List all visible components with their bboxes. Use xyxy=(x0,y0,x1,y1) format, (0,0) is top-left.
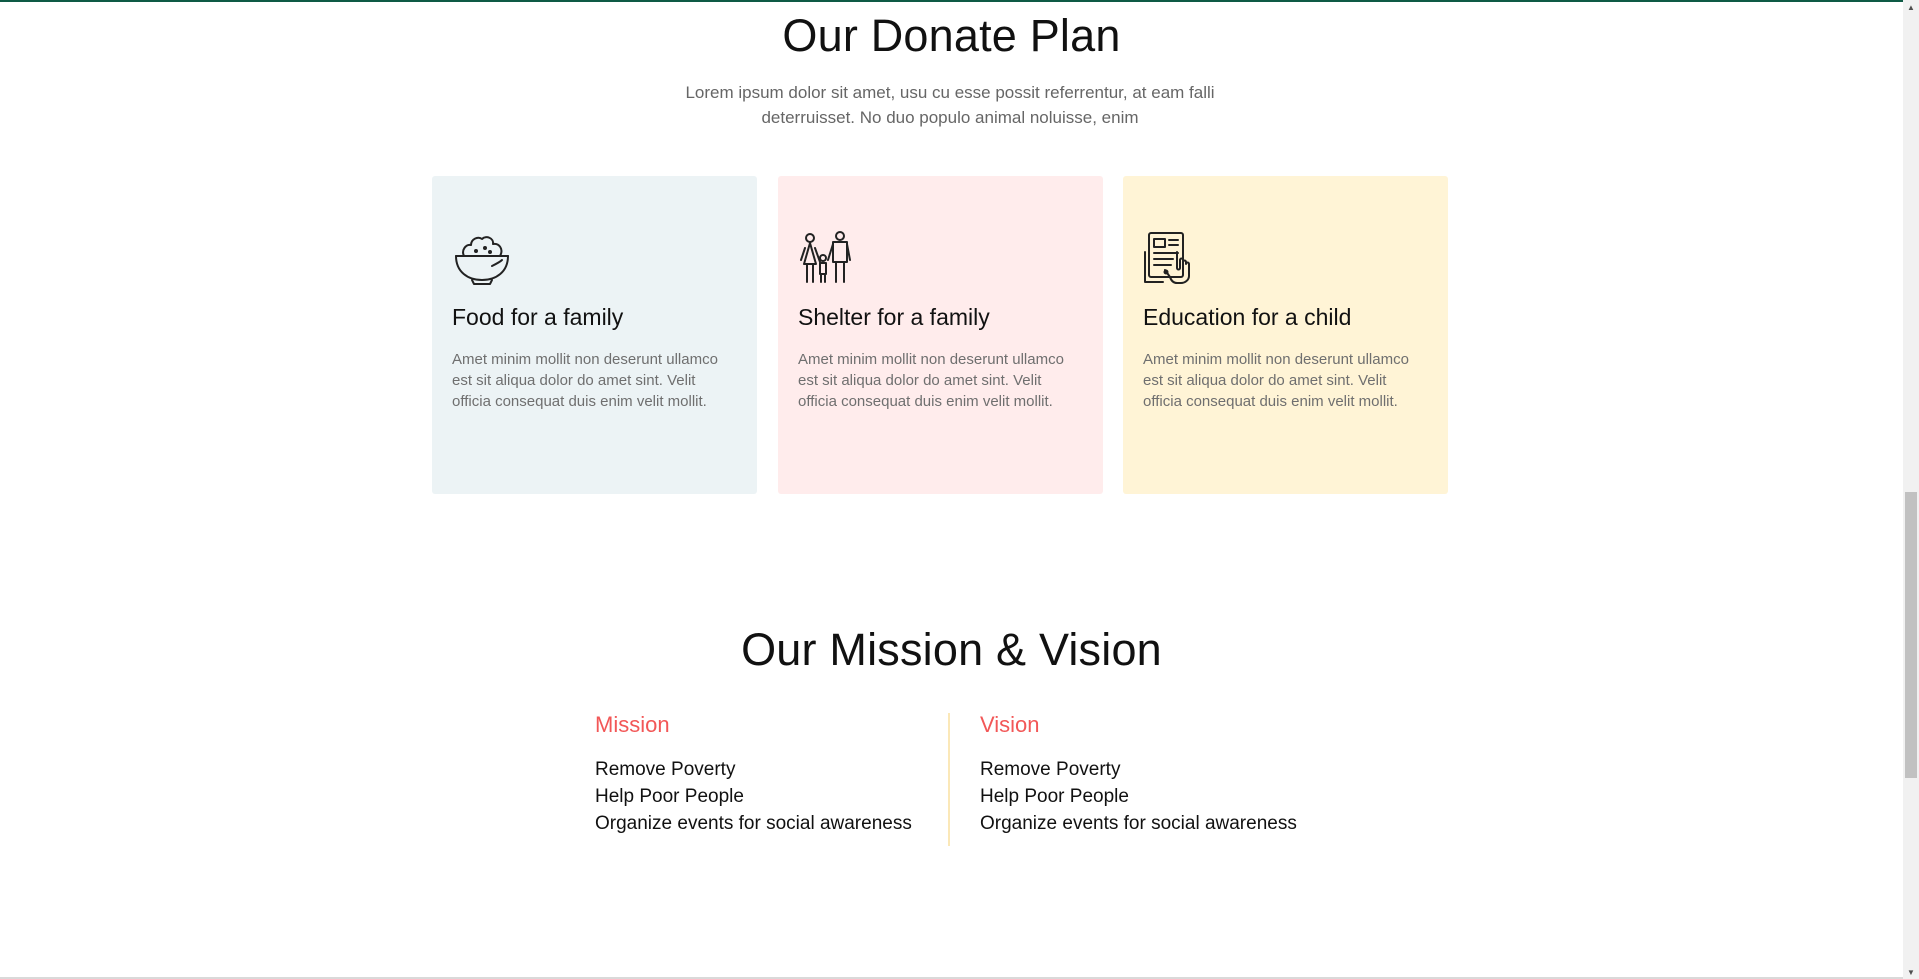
list-item: Help Poor People xyxy=(595,786,744,807)
rice-bowl-icon xyxy=(452,230,512,286)
vision-column: Vision Remove Poverty Help Poor People O… xyxy=(980,712,1297,837)
donate-plan-subtitle: Lorem ipsum dolor sit amet, usu cu esse … xyxy=(685,83,1215,127)
tablet-learning-icon xyxy=(1143,230,1203,286)
mission-heading: Mission xyxy=(595,712,670,737)
page: Our Donate Plan Lorem ipsum dolor sit am… xyxy=(0,0,1903,979)
vision-heading: Vision xyxy=(980,712,1040,737)
mission-list: Remove Poverty Help Poor People Organize… xyxy=(595,756,912,837)
scroll-up-icon[interactable]: ▲ xyxy=(1903,0,1919,14)
mission-column: Mission Remove Poverty Help Poor People … xyxy=(595,712,912,837)
card-description: Amet minim mollit non deserunt ullamco e… xyxy=(1143,351,1409,410)
card-title: Shelter for a family xyxy=(798,304,990,330)
mission-vision-divider xyxy=(948,713,950,846)
donate-card-food[interactable]: Food for a family Amet minim mollit non … xyxy=(432,176,757,494)
list-item: Organize events for social awareness xyxy=(980,813,1297,834)
scrollbar-thumb[interactable] xyxy=(1905,492,1917,778)
card-description: Amet minim mollit non deserunt ullamco e… xyxy=(798,351,1064,410)
card-description: Amet minim mollit non deserunt ullamco e… xyxy=(452,351,718,410)
donate-card-education[interactable]: Education for a child Amet minim mollit … xyxy=(1123,176,1448,494)
donate-plan-title: Our Donate Plan xyxy=(782,10,1121,61)
card-title: Food for a family xyxy=(452,304,624,330)
donate-card-shelter[interactable]: Shelter for a family Amet minim mollit n… xyxy=(778,176,1103,494)
vertical-scrollbar[interactable]: ▲ ▼ xyxy=(1903,0,1919,979)
list-item: Help Poor People xyxy=(980,786,1129,807)
vision-list: Remove Poverty Help Poor People Organize… xyxy=(980,756,1297,837)
scroll-down-icon[interactable]: ▼ xyxy=(1903,965,1919,979)
family-icon xyxy=(798,230,858,286)
mission-vision-title: Our Mission & Vision xyxy=(741,624,1162,675)
list-item: Remove Poverty xyxy=(595,759,736,780)
card-title: Education for a child xyxy=(1143,304,1352,330)
list-item: Organize events for social awareness xyxy=(595,813,912,834)
list-item: Remove Poverty xyxy=(980,759,1121,780)
